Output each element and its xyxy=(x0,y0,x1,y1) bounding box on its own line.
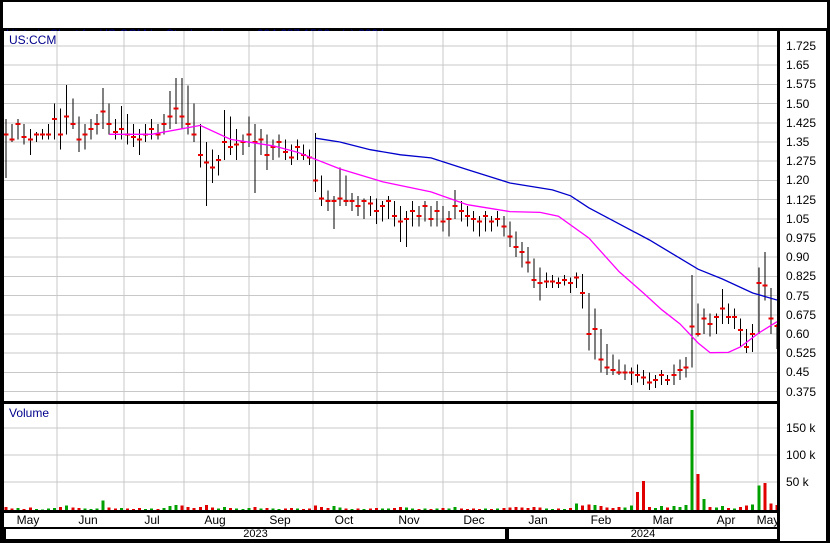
volume-chart-svg xyxy=(4,404,777,510)
price-tick-label: 0.675 xyxy=(786,307,817,322)
price-tick-label: 1.65 xyxy=(786,58,810,73)
month-label: Jul xyxy=(144,513,160,527)
price-tick-label: 1.275 xyxy=(786,154,817,169)
month-label: Aug xyxy=(204,513,226,527)
volume-tick-label: 50 k xyxy=(786,475,809,489)
price-chart-svg xyxy=(4,31,777,401)
month-label: May xyxy=(16,513,40,527)
price-tick-label: 1.125 xyxy=(786,192,817,207)
month-label: Oct xyxy=(334,513,354,527)
price-tick-label: 0.375 xyxy=(786,384,817,399)
price-tick-label: 0.45 xyxy=(786,365,810,380)
price-tick-label: 1.50 xyxy=(786,96,810,111)
year-label: 2023 xyxy=(243,528,268,540)
volume-label: Volume xyxy=(9,406,50,420)
month-label: Feb xyxy=(590,513,612,527)
x-axis-month-labels: May Jun Jul Aug Sep Oct Nov Dec Jan Feb Mar Apr May xyxy=(4,513,779,527)
month-label: Nov xyxy=(398,513,420,527)
symbol-label: US:CCM xyxy=(9,33,57,47)
year-label: 2024 xyxy=(630,528,656,540)
price-tick-label: 0.975 xyxy=(786,231,817,245)
price-tick-label: 1.425 xyxy=(786,115,817,130)
price-tick-label: 1.725 xyxy=(786,39,817,53)
y-axis-label-strip: 1.725 1.65 1.575 1.50 1.425 1.35 1.275 1.20 1.12… xyxy=(780,31,826,541)
price-tick-label: 1.05 xyxy=(786,211,810,226)
volume-panel: Volume xyxy=(4,404,777,510)
month-label: Jun xyxy=(78,513,98,527)
x-axis-year-row: 2023 2024 xyxy=(4,527,779,541)
month-label: Dec xyxy=(463,513,485,527)
chart-header: Historic Chart for US:CCM by Stockwatch.… xyxy=(3,2,827,80)
price-tick-label: 1.575 xyxy=(786,77,817,92)
month-label: Sep xyxy=(269,513,291,527)
price-tick-label: 1.35 xyxy=(786,135,810,149)
price-tick-label: 0.60 xyxy=(786,327,810,341)
price-tick-label: 0.525 xyxy=(786,346,817,361)
year-box-2024: 2024 xyxy=(507,527,779,541)
price-tick-label: 0.825 xyxy=(786,269,817,284)
price-tick-label: 0.75 xyxy=(786,288,810,303)
month-label: Mar xyxy=(652,513,674,527)
price-tick-label: 1.20 xyxy=(786,173,810,188)
price-panel: US:CCM xyxy=(4,31,777,401)
month-label: Apr xyxy=(716,513,736,527)
month-label: Jan xyxy=(528,513,548,527)
year-box-2023: 2023 xyxy=(4,527,507,541)
volume-tick-label: 100 k xyxy=(786,448,816,462)
price-tick-label: 0.90 xyxy=(786,250,810,265)
volume-tick-label: 150 k xyxy=(786,421,816,435)
